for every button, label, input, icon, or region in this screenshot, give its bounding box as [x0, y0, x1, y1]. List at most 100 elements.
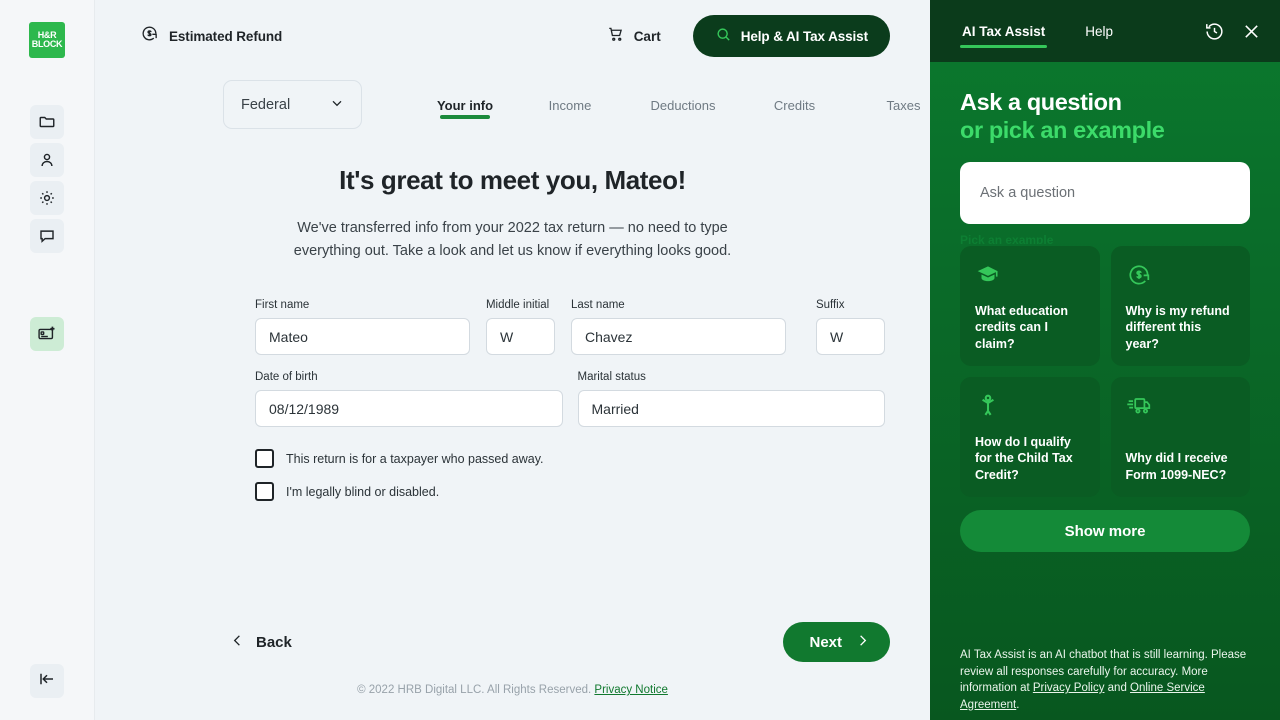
example-card-text: How do I qualify for the Child Tax Credi… — [975, 434, 1086, 484]
graduation-cap-icon — [975, 262, 1086, 296]
example-card-text: What education credits can I claim? — [975, 303, 1086, 353]
next-button[interactable]: Next — [783, 622, 890, 662]
cart-button[interactable]: Cart — [607, 25, 661, 48]
chat-bubble-icon — [38, 227, 56, 245]
next-label: Next — [809, 634, 842, 651]
show-more-button[interactable]: Show more — [960, 510, 1250, 552]
middle-initial-input[interactable]: W — [486, 318, 555, 355]
child-icon — [975, 393, 1086, 427]
dob-marital-row: Date of birth 08/12/1989 Marital status … — [255, 371, 885, 427]
page-title: It's great to meet you, Mateo! — [95, 165, 930, 196]
refund-cycle-icon — [140, 24, 159, 48]
application-window: H&R BLOCK — [0, 0, 1280, 720]
folder-icon — [38, 113, 56, 131]
rail-item-profile[interactable] — [30, 143, 64, 177]
history-icon[interactable] — [1204, 21, 1225, 42]
last-name-value: Chavez — [585, 329, 632, 345]
suffix-value: W — [830, 329, 843, 345]
panel-title-line1: Ask a question — [960, 89, 1122, 115]
middle-initial-value: W — [500, 329, 513, 345]
last-name-field: Last name Chavez — [571, 299, 786, 355]
ask-question-input[interactable]: Ask a question — [960, 162, 1250, 224]
checkbox-deceased-taxpayer[interactable]: This return is for a taxpayer who passed… — [255, 449, 885, 468]
navigation-row: Federal Your info Income Deductions — [95, 72, 930, 119]
suffix-input[interactable]: W — [816, 318, 885, 355]
logo-line-2: BLOCK — [32, 40, 63, 49]
jurisdiction-select[interactable]: Federal — [223, 80, 362, 129]
rail-button-group — [30, 105, 64, 354]
search-icon — [715, 26, 732, 46]
tab-label: AI Tax Assist — [962, 24, 1045, 39]
jurisdiction-value: Federal — [241, 97, 290, 113]
marital-status-label: Marital status — [578, 371, 886, 383]
tab-label: Credits — [737, 98, 852, 113]
tab-label: Deductions — [629, 98, 737, 113]
tab-credits[interactable]: Credits — [737, 84, 852, 119]
copyright-text: © 2022 HRB Digital LLC. All Rights Reser… — [357, 684, 594, 696]
example-card-refund-difference[interactable]: Why is my refund different this year? — [1111, 246, 1251, 366]
add-card-icon — [37, 324, 57, 344]
disclaimer-period: . — [1016, 699, 1019, 711]
close-icon[interactable] — [1241, 21, 1262, 42]
rail-item-settings[interactable] — [30, 181, 64, 215]
date-of-birth-label: Date of birth — [255, 371, 563, 383]
collapse-sidebar-button[interactable] — [30, 664, 64, 698]
checkbox-box[interactable] — [255, 482, 274, 501]
tab-your-info[interactable]: Your info — [419, 84, 511, 119]
estimated-refund-widget[interactable]: Estimated Refund — [140, 24, 282, 48]
disclaimer-and: and — [1104, 682, 1130, 694]
checkbox-box[interactable] — [255, 449, 274, 468]
cart-label: Cart — [634, 29, 661, 44]
panel-title-line2: or pick an example — [960, 116, 1250, 144]
name-row: First name Mateo Middle initial W Last n… — [255, 299, 885, 355]
tab-label: Income — [511, 98, 629, 113]
help-ai-tax-assist-button[interactable]: Help & AI Tax Assist — [693, 15, 890, 57]
panel-body: Ask a question or pick an example Ask a … — [930, 62, 1280, 720]
refund-cycle-icon — [1126, 262, 1237, 296]
privacy-policy-link[interactable]: Privacy Policy — [1033, 682, 1105, 694]
suffix-label: Suffix — [816, 299, 885, 311]
last-name-label: Last name — [571, 299, 786, 311]
ask-question-placeholder: Ask a question — [980, 185, 1075, 201]
example-card-text: Why did I receive Form 1099-NEC? — [1126, 450, 1237, 483]
help-ai-tax-assist-label: Help & AI Tax Assist — [741, 29, 868, 44]
example-card-1099-nec[interactable]: Why did I receive Form 1099-NEC? — [1111, 377, 1251, 497]
hr-block-logo[interactable]: H&R BLOCK — [29, 22, 65, 58]
gear-icon — [38, 189, 56, 207]
rail-item-add-card[interactable] — [30, 317, 64, 351]
date-of-birth-input[interactable]: 08/12/1989 — [255, 390, 563, 427]
rail-item-messages[interactable] — [30, 219, 64, 253]
first-name-value: Mateo — [269, 329, 308, 345]
back-button[interactable]: Back — [230, 633, 292, 651]
example-card-education-credits[interactable]: What education credits can I claim? — [960, 246, 1100, 366]
panel-header: AI Tax Assist Help — [930, 0, 1280, 62]
chevron-down-icon — [329, 95, 345, 115]
example-card-text: Why is my refund different this year? — [1126, 303, 1237, 353]
marital-status-input[interactable]: Married — [578, 390, 886, 427]
page-footer: © 2022 HRB Digital LLC. All Rights Reser… — [95, 684, 930, 696]
tab-help[interactable]: Help — [1083, 4, 1115, 58]
checkbox-label: I'm legally blind or disabled. — [286, 485, 439, 499]
show-more-label: Show more — [1065, 523, 1146, 540]
checkbox-blind-or-disabled[interactable]: I'm legally blind or disabled. — [255, 482, 885, 501]
privacy-notice-link[interactable]: Privacy Notice — [594, 684, 668, 696]
checkbox-label: This return is for a taxpayer who passed… — [286, 452, 544, 466]
example-card-child-tax-credit[interactable]: How do I qualify for the Child Tax Credi… — [960, 377, 1100, 497]
first-name-label: First name — [255, 299, 470, 311]
first-name-input[interactable]: Mateo — [255, 318, 470, 355]
main-content: Estimated Refund Cart Help & A — [95, 0, 930, 720]
rail-item-documents[interactable] — [30, 105, 64, 139]
example-question-cards: What education credits can I claim? Why … — [960, 246, 1250, 497]
examples-section-label: Pick an example — [960, 233, 1250, 244]
tab-deductions[interactable]: Deductions — [629, 84, 737, 119]
top-bar: Estimated Refund Cart Help & A — [95, 0, 930, 72]
collapse-panel-icon — [38, 670, 56, 693]
last-name-input[interactable]: Chavez — [571, 318, 786, 355]
date-of-birth-value: 08/12/1989 — [269, 401, 339, 417]
marital-status-field: Marital status Married — [578, 371, 886, 427]
tab-ai-tax-assist[interactable]: AI Tax Assist — [960, 4, 1047, 58]
chevron-right-icon — [855, 633, 870, 652]
tab-income[interactable]: Income — [511, 84, 629, 119]
middle-initial-field: Middle initial W — [486, 299, 555, 355]
personal-info-form: First name Mateo Middle initial W Last n… — [95, 299, 930, 501]
